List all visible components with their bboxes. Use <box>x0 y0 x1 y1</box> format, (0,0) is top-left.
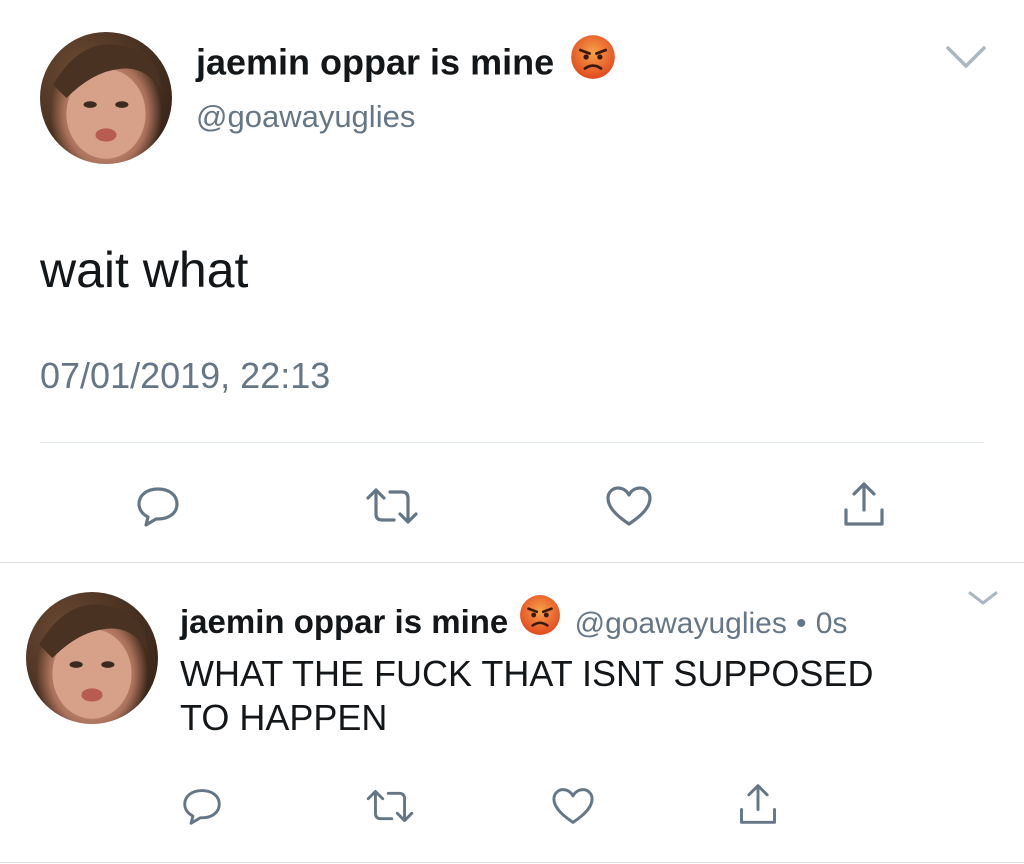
reply-reply-button[interactable] <box>180 786 224 826</box>
separator-dot: • <box>796 607 807 640</box>
reply-options-chevron-icon[interactable] <box>966 588 1000 608</box>
reply-share-button[interactable] <box>736 782 780 826</box>
retweet-button[interactable] <box>364 484 420 528</box>
reply-avatar[interactable] <box>26 592 158 724</box>
like-icon <box>552 788 594 824</box>
display-name[interactable]: jaemin oppar is mine <box>196 35 616 90</box>
timestamp[interactable]: 07/01/2019, 22:13 <box>40 354 330 398</box>
retweet-icon <box>366 488 418 524</box>
reply-time[interactable]: 0s <box>816 607 848 640</box>
avatar-image <box>39 604 148 719</box>
share-icon <box>740 784 776 824</box>
angry-face-emoji <box>570 34 616 90</box>
section-divider <box>0 562 1024 563</box>
like-icon <box>606 486 652 526</box>
avatar-image <box>53 44 162 159</box>
reply-like-button[interactable] <box>550 786 596 826</box>
tweet-text: wait what <box>40 242 249 298</box>
reply-button[interactable] <box>134 484 182 528</box>
angry-face-emoji <box>519 594 561 649</box>
reply-handle[interactable]: @goawayuglies <box>575 607 787 640</box>
handle[interactable]: @goawayuglies <box>196 98 415 136</box>
reply-text-line-1: WHAT THE FUCK THAT ISNT SUPPOSED <box>180 653 874 694</box>
reply-text-line-2: TO HAPPEN <box>180 697 388 738</box>
display-name-text: jaemin oppar is mine <box>196 41 555 83</box>
share-button[interactable] <box>840 480 888 528</box>
divider <box>40 442 984 443</box>
avatar[interactable] <box>40 32 172 164</box>
share-icon <box>844 482 884 526</box>
bottom-divider <box>0 862 1024 863</box>
reply-icon <box>137 487 179 527</box>
retweet-icon <box>366 790 414 822</box>
tweet-options-chevron-icon[interactable] <box>944 42 988 72</box>
reply-retweet-button[interactable] <box>364 786 416 826</box>
like-button[interactable] <box>604 484 654 528</box>
reply-display-name[interactable]: jaemin oppar is mine <box>180 603 508 640</box>
reply-tweet-text: WHAT THE FUCK THAT ISNT SUPPOSED TO HAPP… <box>180 652 873 740</box>
reply-header: jaemin oppar is mine @goawayuglies • 0s <box>180 594 848 649</box>
reply-icon <box>183 789 221 825</box>
